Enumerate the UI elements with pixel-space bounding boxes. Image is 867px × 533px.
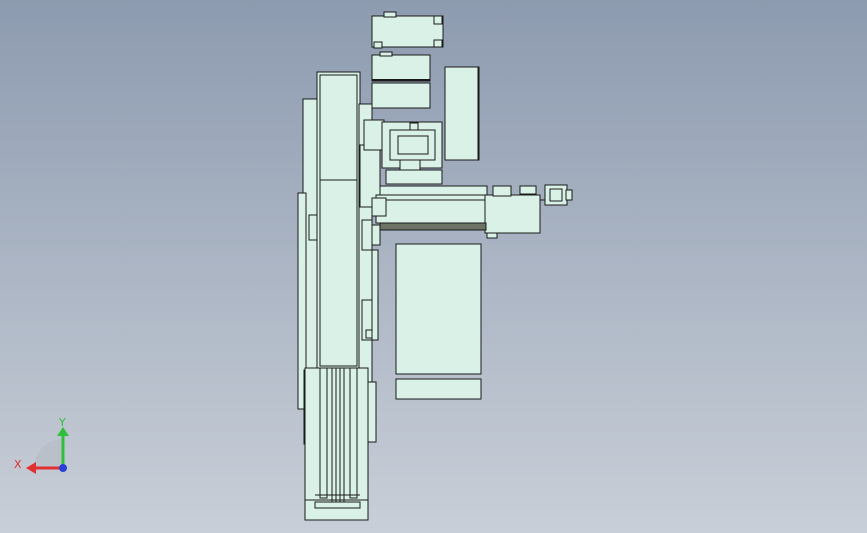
top-box-2	[371, 51, 431, 82]
z-axis-icon	[59, 464, 67, 472]
triad-plane-shape	[34, 439, 63, 468]
head-motor-assembly	[381, 121, 443, 185]
end-connector	[544, 184, 573, 206]
main-column	[316, 71, 361, 370]
lower-plate	[395, 243, 482, 400]
coordinate-triad: X Y	[14, 416, 69, 474]
top-box-3	[371, 82, 431, 109]
right-upper-panel	[444, 66, 480, 161]
x-axis-label: X	[14, 458, 22, 471]
machine-assembly-top-view[interactable]	[297, 11, 573, 521]
dark-band	[379, 222, 487, 231]
base-with-rods	[304, 367, 369, 521]
y-axis-label: Y	[58, 416, 66, 429]
top-box-1	[371, 11, 444, 49]
x-axis-arrowhead	[26, 462, 36, 474]
cad-viewport[interactable]: X Y	[0, 0, 867, 533]
